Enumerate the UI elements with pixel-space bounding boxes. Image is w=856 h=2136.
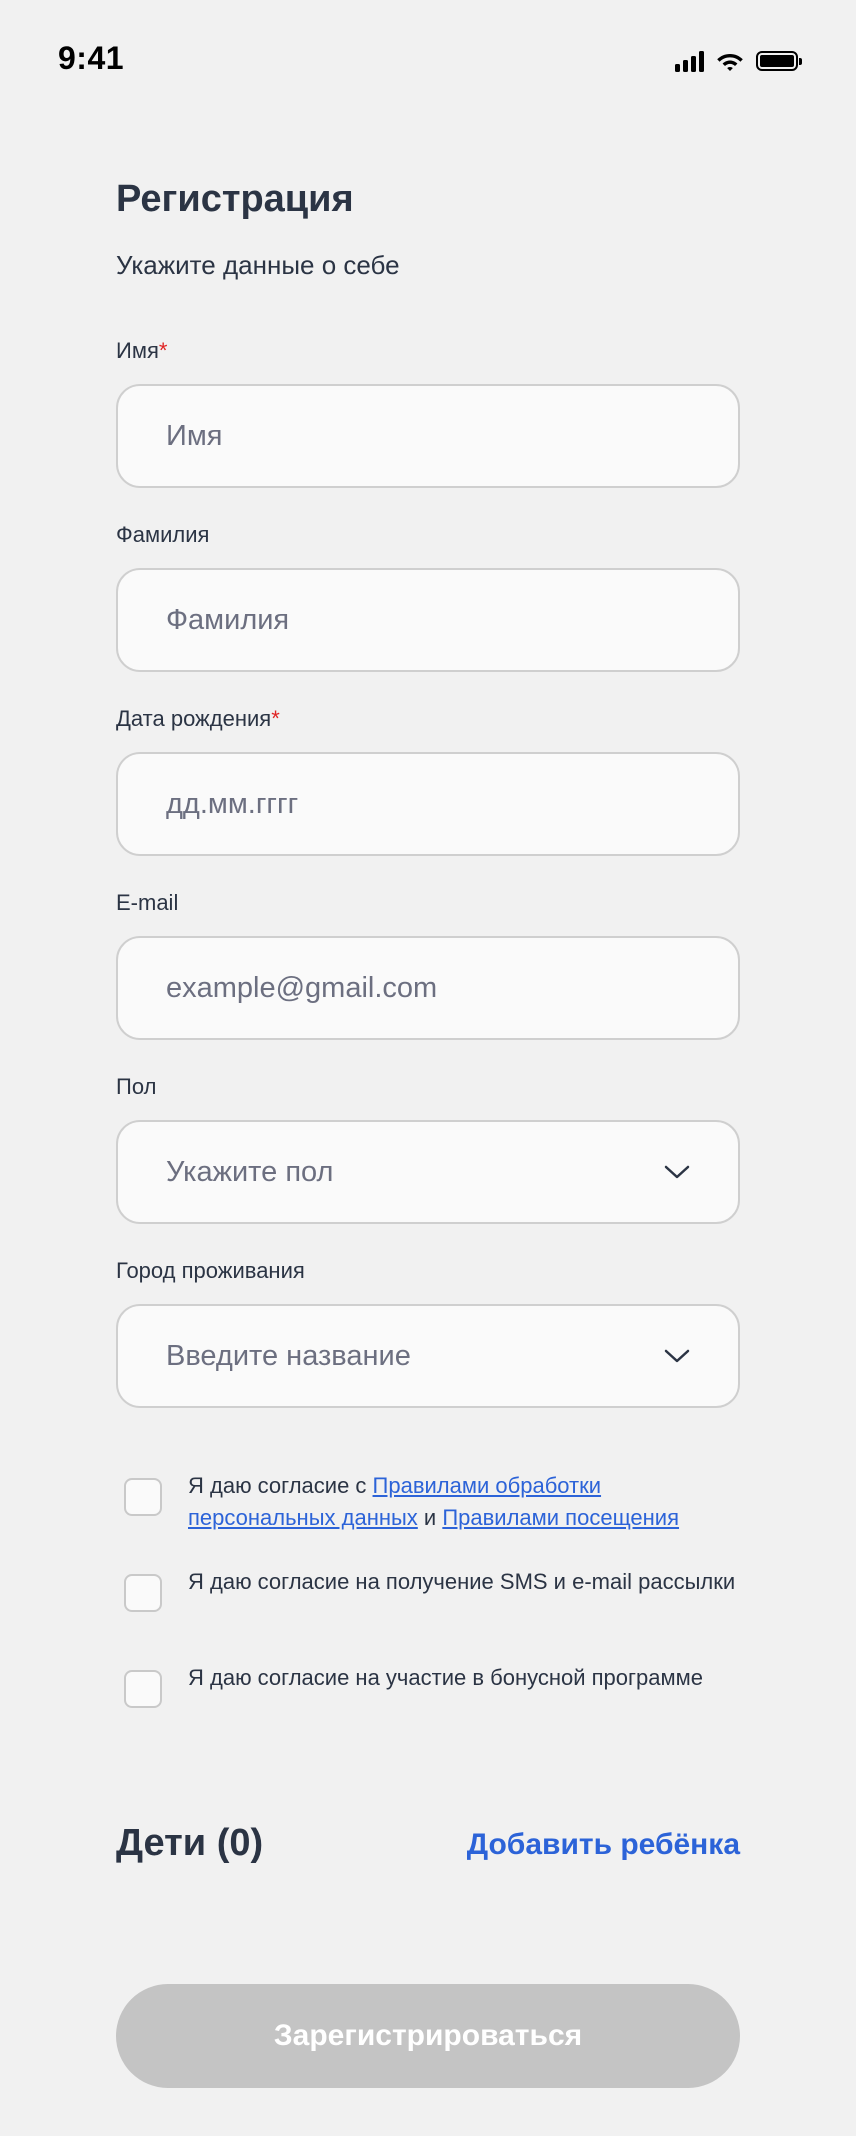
consent-personal-data-checkbox[interactable] <box>124 1478 162 1516</box>
first-name-label-text: Имя <box>116 338 159 363</box>
gender-label: Пол <box>116 1074 157 1099</box>
city-label: Город проживания <box>116 1258 305 1283</box>
required-mark: * <box>158 338 168 363</box>
consent-bonus-row: Я даю согласие на участие в бонусной про… <box>124 1662 740 1708</box>
status-time: 9:41 <box>58 40 125 76</box>
consent-bonus-checkbox[interactable] <box>124 1670 162 1708</box>
consent-sms-email-text: Я даю согласие на получение SMS и e-mail… <box>188 1569 736 1594</box>
register-button[interactable]: Зарегистрироваться <box>116 1984 740 2088</box>
page-title: Регистрация <box>116 178 354 220</box>
page-subtitle: Укажите данные о себе <box>116 250 400 280</box>
email-input[interactable] <box>116 936 740 1040</box>
required-mark: * <box>271 706 280 731</box>
visit-rules-link[interactable]: Правилами посещения <box>442 1505 679 1530</box>
city-placeholder: Введите название <box>166 1339 411 1372</box>
add-child-button[interactable]: Добавить ребёнка <box>467 1828 740 1862</box>
consent-personal-data-row: Я даю согласие с Правилами обработки пер… <box>124 1470 740 1534</box>
wifi-icon <box>717 54 743 71</box>
consent-sms-email-row: Я даю согласие на получение SMS и e-mail… <box>124 1566 740 1612</box>
consent-sms-email-checkbox[interactable] <box>124 1574 162 1612</box>
status-bar: 9:41 <box>0 0 856 120</box>
consent-bonus-text: Я даю согласие на участие в бонусной про… <box>188 1665 704 1690</box>
consent-text-prefix: Я даю согласие с <box>188 1473 373 1498</box>
last-name-input[interactable] <box>116 568 740 672</box>
birth-date-label: Дата рождения* <box>116 706 280 732</box>
chevron-down-icon <box>664 1165 690 1179</box>
city-select[interactable]: Введите название <box>116 1304 740 1408</box>
consent-personal-data-text: Я даю согласие с Правилами обработки пер… <box>188 1470 740 1534</box>
first-name-input[interactable] <box>116 384 740 488</box>
cellular-signal-icon <box>675 50 704 72</box>
last-name-label: Фамилия <box>116 522 210 547</box>
birth-date-input[interactable] <box>116 752 740 856</box>
chevron-down-icon <box>664 1349 690 1363</box>
birth-date-label-text: Дата рождения <box>116 706 272 731</box>
consent-text-middle: и <box>417 1505 443 1530</box>
children-title: Дети (0) <box>116 1822 264 1864</box>
email-label: E-mail <box>116 890 179 915</box>
first-name-label: Имя* <box>116 338 167 364</box>
gender-placeholder: Укажите пол <box>166 1155 334 1188</box>
status-icons <box>675 50 802 72</box>
battery-icon <box>756 51 802 71</box>
gender-select[interactable]: Укажите пол <box>116 1120 740 1224</box>
